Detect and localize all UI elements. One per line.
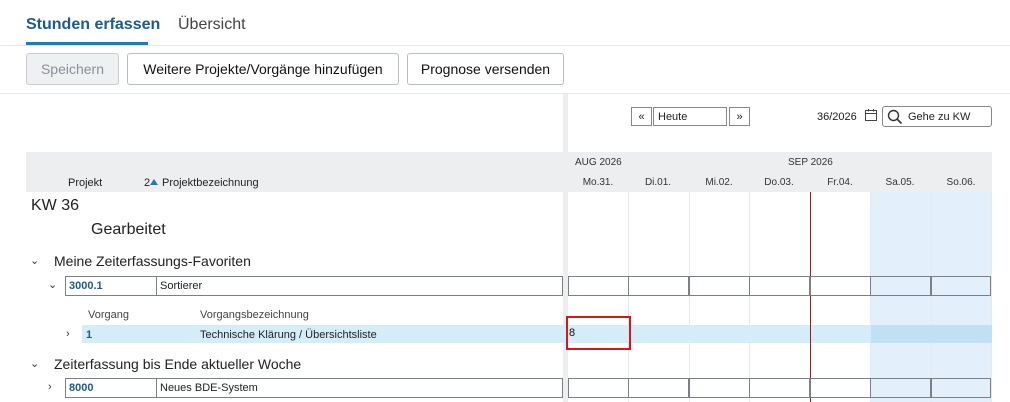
project-code-field[interactable]: 3000.1: [65, 276, 157, 296]
project-name-field: Sortierer: [157, 276, 563, 296]
project-name-field: Neues BDE-System: [157, 378, 563, 398]
send-forecast-button[interactable]: Prognose versenden: [407, 53, 564, 85]
hours-cell[interactable]: [749, 378, 810, 398]
table-header: [26, 152, 563, 192]
task-code: 1: [86, 329, 93, 341]
toolbar-divider: [0, 93, 1010, 94]
day-header-mi: Mi.02.: [705, 177, 733, 188]
active-tab-indicator: [26, 42, 148, 45]
group-title-current-week: Zeiterfassung bis Ende aktueller Woche: [54, 356, 302, 372]
hours-cell[interactable]: [931, 378, 991, 398]
tab-bar: Stunden erfassen Übersicht: [0, 0, 1010, 46]
tab-stunden-erfassen[interactable]: Stunden erfassen: [26, 16, 160, 34]
chevron-down-icon[interactable]: ⌄: [30, 254, 39, 267]
grid-line: [870, 192, 871, 402]
day-header-so: So.06.: [946, 177, 976, 188]
day-header-sa: Sa.05.: [885, 177, 915, 188]
selected-row-weekend: [871, 325, 992, 343]
search-icon: [887, 109, 903, 124]
column-header-vorgang: Vorgang: [88, 309, 129, 321]
tab-uebersicht[interactable]: Übersicht: [178, 16, 246, 34]
grid-line: [689, 192, 690, 402]
sort-asc-icon: [150, 179, 159, 185]
project-code: 8000: [69, 382, 94, 394]
hours-cell[interactable]: [628, 378, 689, 398]
column-header-vorgang-desc: Vorgangsbezeichnung: [200, 309, 309, 321]
hours-cell[interactable]: [689, 378, 750, 398]
grid-line: [991, 192, 992, 402]
hours-cell[interactable]: [568, 378, 629, 398]
hours-cell[interactable]: [628, 276, 689, 296]
day-header-do: Do.03.: [764, 177, 794, 188]
calendar-icon[interactable]: [864, 108, 878, 122]
hours-cell[interactable]: [870, 378, 931, 398]
goto-week-label: Gehe zu KW: [908, 110, 971, 123]
next-week-button[interactable]: »: [729, 107, 750, 126]
hours-cell[interactable]: [810, 378, 871, 398]
save-button[interactable]: Speichern: [26, 53, 119, 85]
grid-line: [931, 192, 932, 402]
week-input[interactable]: 36/2026: [813, 107, 861, 126]
highlighted-entry-cell: [566, 316, 631, 350]
pane-splitter[interactable]: [563, 94, 568, 402]
grid-line: [628, 192, 629, 402]
hours-cell[interactable]: [931, 276, 991, 296]
chevron-down-icon[interactable]: ⌄: [48, 278, 57, 291]
section-title: Gearbeitet: [91, 221, 166, 238]
grid-line: [749, 192, 750, 402]
hours-cell[interactable]: [568, 276, 629, 296]
hours-cell[interactable]: [749, 276, 810, 296]
hours-cell[interactable]: [870, 276, 931, 296]
today-marker: [810, 192, 811, 402]
day-header-di: Di.01.: [644, 177, 672, 188]
project-code: 3000.1: [69, 280, 103, 292]
group-title-favorites: Meine Zeiterfassungs-Favoriten: [54, 253, 251, 269]
hours-cell[interactable]: [810, 276, 871, 296]
sort-indicator[interactable]: 2: [144, 177, 159, 189]
hours-cell[interactable]: [689, 276, 750, 296]
column-header-project[interactable]: Projekt: [68, 177, 102, 189]
day-header-fr: Fr.04.: [827, 177, 853, 188]
prev-week-button[interactable]: «: [631, 107, 652, 126]
month-label-aug: AUG 2026: [575, 157, 622, 168]
month-label-sep: SEP 2026: [788, 157, 833, 168]
day-header-mo: Mo.31.: [582, 177, 614, 188]
today-field[interactable]: Heute: [653, 107, 727, 126]
column-header-project-desc[interactable]: Projektbezeichnung: [162, 177, 259, 189]
chevron-down-icon[interactable]: ⌄: [30, 357, 39, 370]
week-title: KW 36: [31, 197, 80, 214]
project-code-field[interactable]: 8000: [65, 378, 157, 398]
chevron-right-icon[interactable]: ›: [48, 381, 52, 393]
goto-week-button[interactable]: Gehe zu KW: [882, 106, 992, 127]
add-projects-button[interactable]: Weitere Projekte/Vorgänge hinzufügen: [127, 53, 399, 85]
chevron-right-icon[interactable]: ›: [66, 328, 70, 340]
task-name: Technische Klärung / Übersichtsliste: [200, 329, 377, 341]
